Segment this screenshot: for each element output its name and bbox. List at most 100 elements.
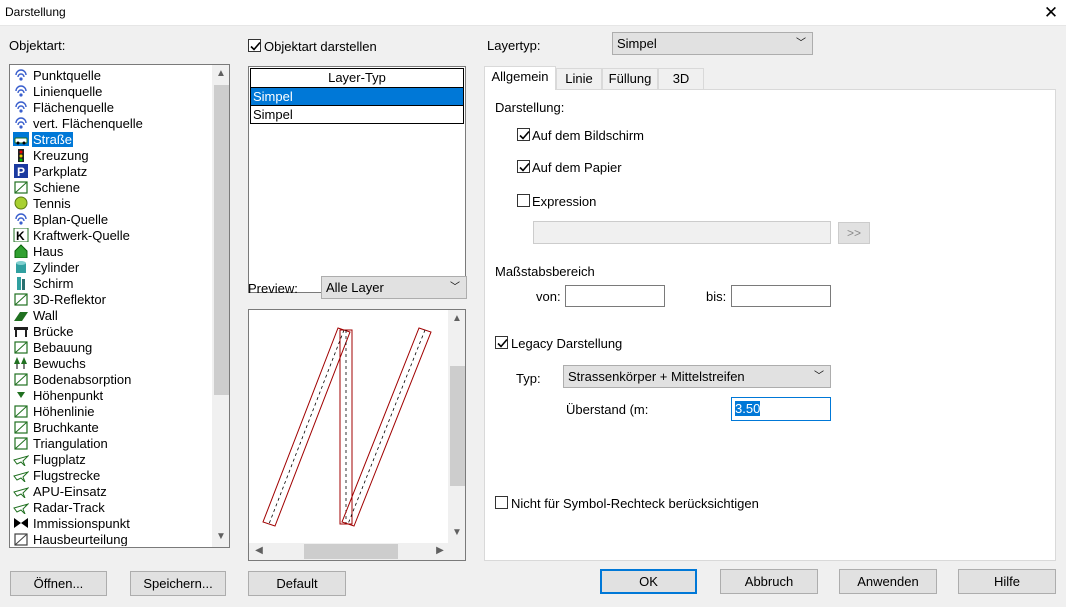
objektart-item[interactable]: Hausbeurteilung bbox=[11, 532, 207, 546]
reflector-icon bbox=[13, 292, 29, 306]
objektart-item[interactable]: Triangulation bbox=[11, 436, 207, 452]
expression-editor-button[interactable]: >> bbox=[838, 222, 870, 244]
default-button[interactable]: Default bbox=[248, 571, 346, 596]
bildschirm-checkbox[interactable] bbox=[517, 128, 530, 141]
objektart-item[interactable]: Immissionspunkt bbox=[11, 516, 207, 532]
bowtie-icon bbox=[13, 516, 29, 530]
preview-label: Preview: bbox=[248, 281, 298, 296]
objektart-item[interactable]: Brücke bbox=[11, 324, 207, 340]
objektart-item-label: Brücke bbox=[33, 324, 74, 339]
anwenden-button[interactable]: Anwenden bbox=[839, 569, 937, 594]
train-icon bbox=[13, 180, 29, 194]
bis-input[interactable] bbox=[731, 285, 831, 307]
layer-list[interactable]: Layer-Typ Simpel Simpel bbox=[248, 66, 466, 293]
ok-button[interactable]: OK bbox=[600, 569, 697, 594]
objektart-item[interactable]: Schiene bbox=[11, 180, 207, 196]
hilfe-button[interactable]: Hilfe bbox=[958, 569, 1056, 594]
objektart-item[interactable]: Schirm bbox=[11, 276, 207, 292]
scroll-down-icon[interactable]: ▼ bbox=[213, 531, 229, 542]
objektart-item-label: Kreuzung bbox=[33, 148, 89, 163]
objektart-item[interactable]: Punktquelle bbox=[11, 68, 207, 84]
objektart-item[interactable]: Linienquelle bbox=[11, 84, 207, 100]
objektart-item[interactable]: vert. Flächenquelle bbox=[11, 116, 207, 132]
objektart-item[interactable]: Flächenquelle bbox=[11, 100, 207, 116]
tab-fuellung[interactable]: Füllung bbox=[602, 68, 658, 89]
objektart-item-label: 3D-Reflektor bbox=[33, 292, 106, 307]
objektart-item[interactable]: Bebauung bbox=[11, 340, 207, 356]
preview-vscrollbar[interactable]: ▲ ▼ bbox=[448, 310, 465, 543]
scroll-left-icon[interactable]: ◀ bbox=[251, 545, 267, 556]
objektart-item[interactable]: Flugplatz bbox=[11, 452, 207, 468]
scroll-thumb[interactable] bbox=[450, 366, 465, 486]
objektart-item-label: Radar-Track bbox=[33, 500, 105, 515]
objektart-item[interactable]: Zylinder bbox=[11, 260, 207, 276]
preview-select[interactable]: Alle Layer ﹀ bbox=[321, 276, 467, 299]
objektart-item[interactable]: APU-Einsatz bbox=[11, 484, 207, 500]
objektart-item[interactable]: K Kraftwerk-Quelle bbox=[11, 227, 207, 244]
layer-row-2[interactable]: Simpel bbox=[250, 105, 464, 124]
objektart-item-label: Zylinder bbox=[33, 260, 80, 275]
objektart-item[interactable]: 3D-Reflektor bbox=[11, 292, 207, 308]
preview-hscrollbar[interactable]: ◀ ▶ bbox=[249, 543, 465, 560]
parking-icon: P bbox=[13, 164, 29, 179]
oeffnen-button[interactable]: Öffnen... bbox=[10, 571, 107, 596]
objektart-scrollbar[interactable]: ▲ ▼ bbox=[212, 65, 229, 547]
expression-checkbox[interactable] bbox=[517, 194, 530, 207]
typ-select[interactable]: Strassenkörper + Mittelstreifen ﹀ bbox=[563, 365, 831, 388]
layertyp-select[interactable]: Simpel ﹀ bbox=[612, 32, 813, 55]
objektart-darstellen-checkbox[interactable] bbox=[248, 39, 261, 52]
tab-allgemein[interactable]: Allgemein bbox=[484, 66, 556, 90]
tab-3d[interactable]: 3D bbox=[658, 68, 704, 89]
objektart-item[interactable]: Bodenabsorption bbox=[11, 372, 207, 388]
objektart-item[interactable]: Kreuzung bbox=[11, 148, 207, 164]
tab-linie[interactable]: Linie bbox=[556, 68, 602, 89]
expression-input[interactable] bbox=[533, 221, 831, 244]
chevron-down-icon: ﹀ bbox=[796, 38, 806, 49]
bildschirm-label: Auf dem Bildschirm bbox=[532, 128, 644, 143]
layer-list-header: Layer-Typ bbox=[250, 68, 464, 88]
objektart-item-label: Flugplatz bbox=[33, 452, 86, 467]
objektart-item[interactable]: Bplan-Quelle bbox=[11, 212, 207, 228]
legacy-label: Legacy Darstellung bbox=[511, 336, 623, 351]
house-icon bbox=[13, 244, 29, 259]
preview-canvas: ▲ ▼ ◀ ▶ bbox=[248, 309, 466, 561]
bridge-icon bbox=[13, 324, 29, 338]
objektart-item-label: Linienquelle bbox=[33, 84, 103, 99]
speichern-button[interactable]: Speichern... bbox=[130, 571, 226, 596]
abbruch-button[interactable]: Abbruch bbox=[720, 569, 818, 594]
objektart-item[interactable]: Bewuchs bbox=[11, 356, 207, 372]
objektart-item-label: Bodenabsorption bbox=[33, 372, 132, 387]
objektart-item[interactable]: Tennis bbox=[11, 196, 207, 212]
von-input[interactable] bbox=[565, 285, 665, 307]
scroll-thumb[interactable] bbox=[214, 85, 229, 395]
objektart-item[interactable]: Flugstrecke bbox=[11, 468, 207, 484]
papier-label: Auf dem Papier bbox=[532, 160, 622, 175]
darstellung-label: Darstellung: bbox=[495, 100, 565, 115]
close-icon[interactable]: ✕ bbox=[1036, 0, 1066, 26]
layer-row-1[interactable]: Simpel bbox=[250, 87, 464, 106]
ueberstand-label: Überstand (m: bbox=[566, 402, 649, 417]
objektart-item[interactable]: Haus bbox=[11, 244, 207, 260]
ueberstand-input[interactable]: 3.50 bbox=[731, 397, 831, 421]
scroll-up-icon[interactable]: ▲ bbox=[449, 313, 465, 324]
symbol-rechteck-checkbox[interactable] bbox=[495, 496, 508, 509]
scroll-right-icon[interactable]: ▶ bbox=[432, 545, 448, 556]
legacy-checkbox[interactable] bbox=[495, 336, 508, 349]
objektart-label: Objektart: bbox=[9, 38, 66, 53]
objektart-item[interactable]: P Parkplatz bbox=[11, 164, 207, 180]
scroll-down-icon[interactable]: ▼ bbox=[449, 527, 465, 538]
objektart-item[interactable]: Höhenpunkt bbox=[11, 388, 207, 404]
objektart-item[interactable]: Bruchkante bbox=[11, 420, 207, 436]
road-preview-drawing bbox=[262, 327, 432, 527]
scroll-thumb[interactable] bbox=[304, 544, 398, 559]
objektart-item[interactable]: Radar-Track bbox=[11, 500, 207, 516]
objektart-list[interactable]: Punktquelle Linienquelle Flächenquelle vert… bbox=[9, 64, 230, 548]
objektart-item[interactable]: Wall bbox=[11, 308, 207, 324]
scroll-up-icon[interactable]: ▲ bbox=[213, 68, 229, 79]
objektart-item[interactable]: Höhenlinie bbox=[11, 404, 207, 420]
objektart-item-label: Bplan-Quelle bbox=[33, 212, 109, 227]
papier-checkbox[interactable] bbox=[517, 160, 530, 173]
objektart-item[interactable]: Straße bbox=[11, 132, 207, 148]
ueberstand-value: 3.50 bbox=[735, 401, 761, 416]
objektart-item-label: Wall bbox=[33, 308, 58, 323]
